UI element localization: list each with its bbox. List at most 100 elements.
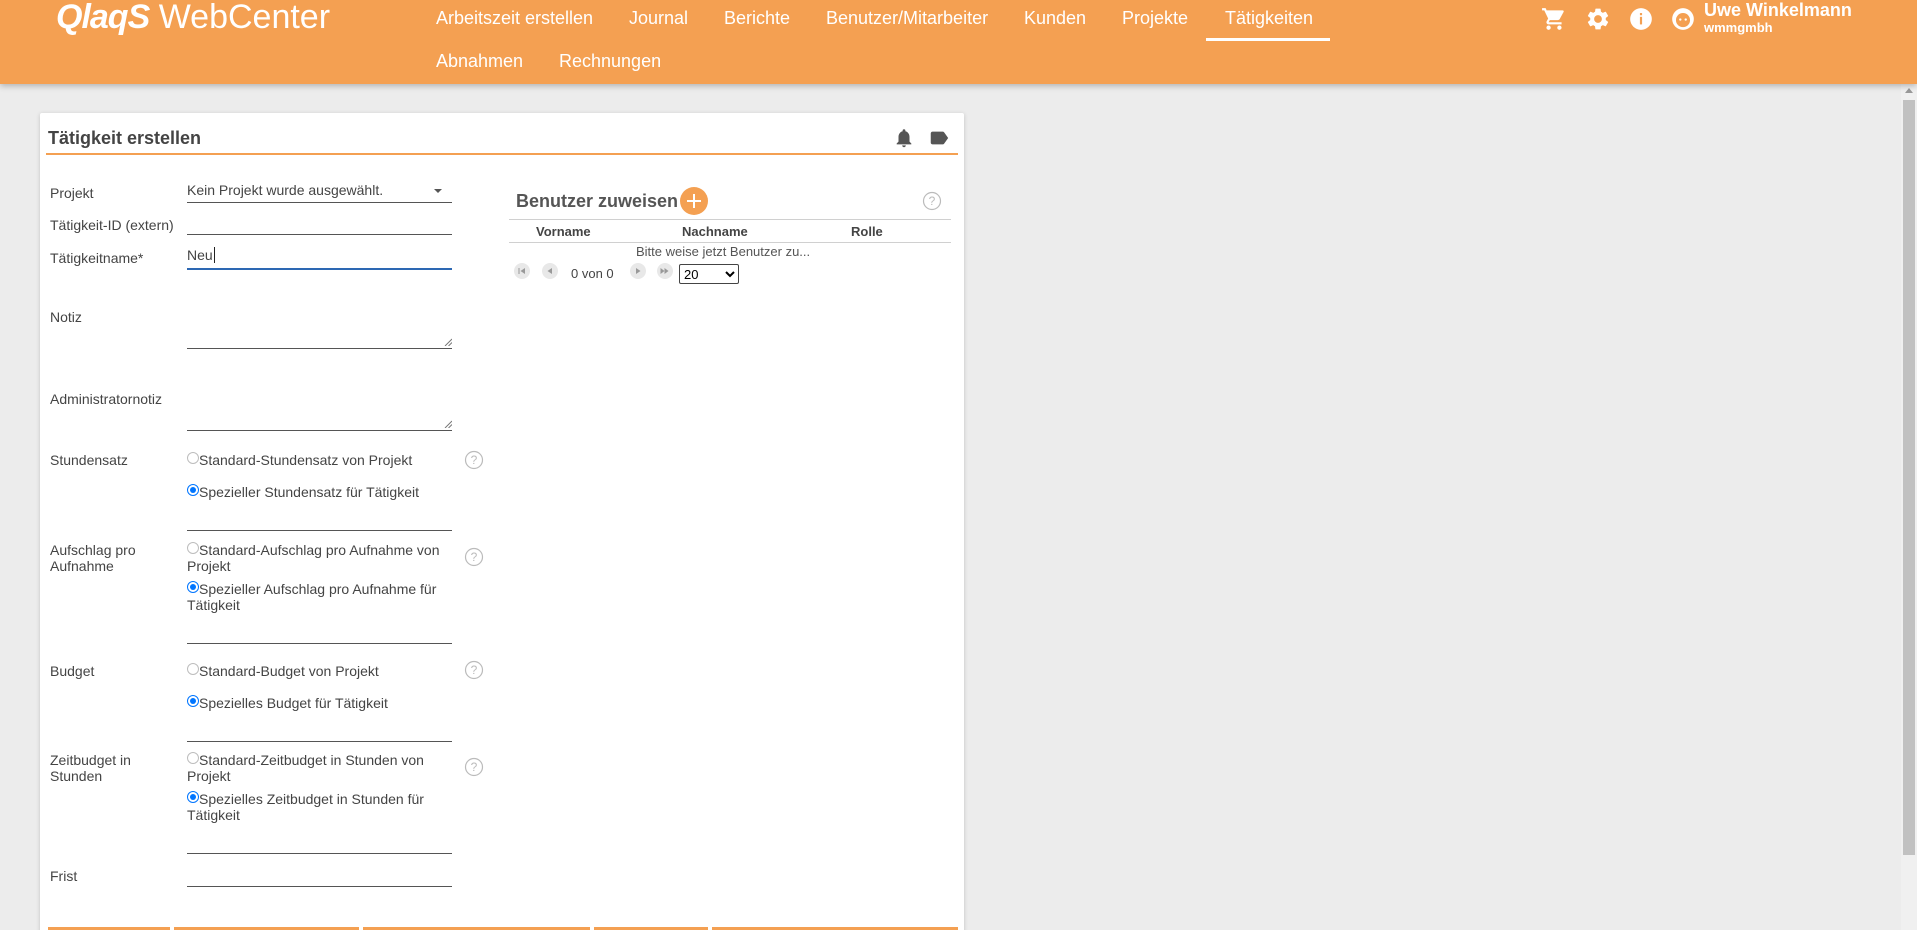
nav-kunden[interactable]: Kunden [1024, 7, 1086, 29]
budget-default-radio[interactable] [187, 663, 199, 675]
next-page-icon [636, 268, 641, 274]
table-header-top-border [509, 219, 951, 220]
time-budget-special-radio[interactable] [187, 791, 199, 803]
help-icon[interactable]: ? [464, 757, 484, 777]
scroll-up-arrow-icon[interactable] [1905, 88, 1913, 93]
help-icon[interactable]: ? [464, 660, 484, 680]
page-size-select[interactable]: 20 [679, 264, 739, 284]
time-budget-label-line2: Stunden [50, 768, 103, 784]
project-label: Projekt [50, 185, 94, 201]
hourly-rate-label: Stundensatz [50, 452, 128, 468]
last-page-button[interactable] [657, 263, 673, 279]
time-budget-special-label-line2[interactable]: Tätigkeit [187, 807, 240, 823]
bell-icon[interactable] [893, 127, 915, 149]
text-cursor [214, 247, 215, 263]
external-id-label: Tätigkeit-ID (extern) [50, 217, 174, 233]
page-title: Tätigkeit erstellen [48, 128, 202, 148]
nav-rechnungen[interactable]: Rechnungen [559, 50, 661, 72]
logo-product: WebCenter [149, 0, 331, 36]
title-divider [46, 153, 958, 155]
note-underline [187, 348, 452, 349]
app-logo[interactable]: QlaqS WebCenter [56, 0, 330, 34]
svg-text:?: ? [471, 550, 478, 564]
surcharge-default-label-line1[interactable]: Standard-Aufschlag pro Aufnahme von [199, 542, 440, 558]
nav-active-indicator [1206, 38, 1330, 41]
budget-input[interactable] [187, 741, 452, 742]
svg-text:?: ? [471, 663, 478, 677]
deadline-label: Frist [50, 868, 78, 884]
surcharge-special-label-line1[interactable]: Spezieller Aufschlag pro Aufnahme für [199, 581, 436, 597]
svg-text:?: ? [929, 194, 936, 208]
first-page-button[interactable] [514, 263, 530, 279]
svg-text:?: ? [471, 453, 478, 467]
chevron-down-icon[interactable] [434, 189, 442, 193]
tag-icon[interactable] [928, 127, 950, 149]
external-id-underline [187, 234, 452, 235]
resize-grip-icon[interactable] [444, 338, 452, 346]
info-icon[interactable] [1628, 6, 1654, 32]
help-icon[interactable]: ? [464, 450, 484, 470]
cart-icon[interactable] [1541, 6, 1567, 32]
budget-special-radio[interactable] [187, 695, 199, 707]
activity-name-input[interactable]: Neu [187, 247, 213, 263]
last-page-icon [660, 268, 669, 274]
hourly-rate-special-label[interactable]: Spezieller Stundensatz für Tätigkeit [199, 484, 419, 500]
user-company: wmmgmbh [1704, 20, 1773, 35]
previous-page-icon [547, 268, 552, 274]
time-budget-label-line1: Zeitbudget in [50, 752, 131, 768]
time-budget-input[interactable] [187, 853, 452, 854]
user-name[interactable]: Uwe Winkelmann [1704, 0, 1852, 21]
surcharge-default-radio[interactable] [187, 542, 199, 554]
gear-icon[interactable] [1585, 6, 1611, 32]
empty-table-message: Bitte weise jetzt Benutzer zu... [636, 244, 811, 259]
surcharge-input[interactable] [187, 643, 452, 644]
hourly-rate-default-label[interactable]: Standard-Stundensatz von Projekt [199, 452, 412, 468]
nav-projekte[interactable]: Projekte [1122, 7, 1188, 29]
add-user-button[interactable] [680, 187, 708, 215]
pagination-status: 0 von 0 [571, 266, 614, 281]
logo-brand: QlaqS [56, 0, 150, 36]
nav-journal[interactable]: Journal [629, 7, 688, 29]
time-budget-default-label-line2[interactable]: Projekt [187, 768, 231, 784]
budget-label: Budget [50, 663, 95, 679]
admin-note-underline [187, 430, 452, 431]
surcharge-default-label-line2[interactable]: Projekt [187, 558, 231, 574]
surcharge-special-label-line2[interactable]: Tätigkeit [187, 597, 240, 613]
previous-page-button[interactable] [542, 263, 558, 279]
user-face-icon[interactable] [1670, 6, 1696, 32]
time-budget-special-label-line1[interactable]: Spezielles Zeitbudget in Stunden für [199, 791, 424, 807]
nav-abnahmen[interactable]: Abnahmen [436, 50, 523, 72]
activity-name-label: Tätigkeitname* [50, 250, 144, 266]
assign-users-title: Benutzer zuweisen [516, 191, 679, 211]
next-page-button[interactable] [630, 263, 646, 279]
surcharge-label-line2: Aufnahme [50, 558, 114, 574]
hourly-rate-input[interactable] [187, 530, 452, 531]
first-page-icon [518, 268, 525, 274]
nav-taetigkeiten[interactable]: Tätigkeiten [1225, 7, 1313, 29]
note-label: Notiz [50, 309, 82, 325]
svg-text:?: ? [471, 760, 478, 774]
surcharge-label-line1: Aufschlag pro [50, 542, 136, 558]
help-icon[interactable]: ? [922, 191, 942, 211]
budget-default-label[interactable]: Standard-Budget von Projekt [199, 663, 379, 679]
help-icon[interactable]: ? [464, 547, 484, 567]
hourly-rate-default-radio[interactable] [187, 452, 199, 464]
surcharge-special-radio[interactable] [187, 581, 199, 593]
nav-berichte[interactable]: Berichte [724, 7, 790, 29]
column-header-vorname[interactable]: Vorname [536, 224, 591, 239]
create-activity-card: Tätigkeit erstellen Projekt Kein Projekt… [40, 113, 964, 930]
nav-benutzer-mitarbeiter[interactable]: Benutzer/Mitarbeiter [826, 7, 988, 29]
nav-arbeitszeit-erstellen[interactable]: Arbeitszeit erstellen [436, 7, 593, 29]
column-header-nachname[interactable]: Nachname [682, 224, 748, 239]
resize-grip-icon[interactable] [444, 420, 452, 428]
scrollbar-thumb[interactable] [1903, 100, 1915, 855]
column-header-rolle[interactable]: Rolle [851, 224, 883, 239]
time-budget-default-label-line1[interactable]: Standard-Zeitbudget in Stunden von [199, 752, 424, 768]
budget-special-label[interactable]: Spezielles Budget für Tätigkeit [199, 695, 388, 711]
activity-name-underline [187, 268, 452, 270]
hourly-rate-special-radio[interactable] [187, 484, 199, 496]
time-budget-default-radio[interactable] [187, 752, 199, 764]
project-select[interactable]: Kein Projekt wurde ausgewählt. [187, 182, 383, 198]
admin-note-label: Administratornotiz [50, 391, 163, 407]
table-header-bottom-border [509, 242, 951, 243]
